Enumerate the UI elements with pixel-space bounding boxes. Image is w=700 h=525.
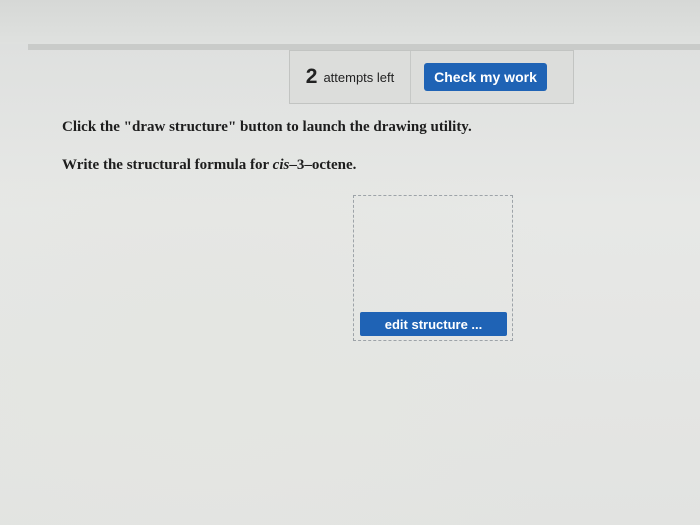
question-suffix: –3–octene. — [289, 157, 357, 173]
check-my-work-button[interactable]: Check my work — [424, 63, 547, 91]
question-prefix: Write the structural formula for — [62, 157, 273, 173]
question-compound-italic: cis — [272, 157, 290, 173]
attempts-panel: 2 attempts left Check my work — [289, 50, 574, 104]
instruction-text: Click the "draw structure" button to lau… — [62, 119, 472, 135]
question-text: Write the structural formula for cis–3–o… — [62, 157, 356, 174]
edit-structure-button[interactable]: edit structure ... — [360, 312, 507, 336]
attempts-count: 2 — [305, 65, 318, 88]
attempts-label: attempts left — [323, 69, 395, 85]
attempts-indicator: 2 attempts left — [290, 51, 411, 103]
top-strip — [0, 0, 700, 44]
